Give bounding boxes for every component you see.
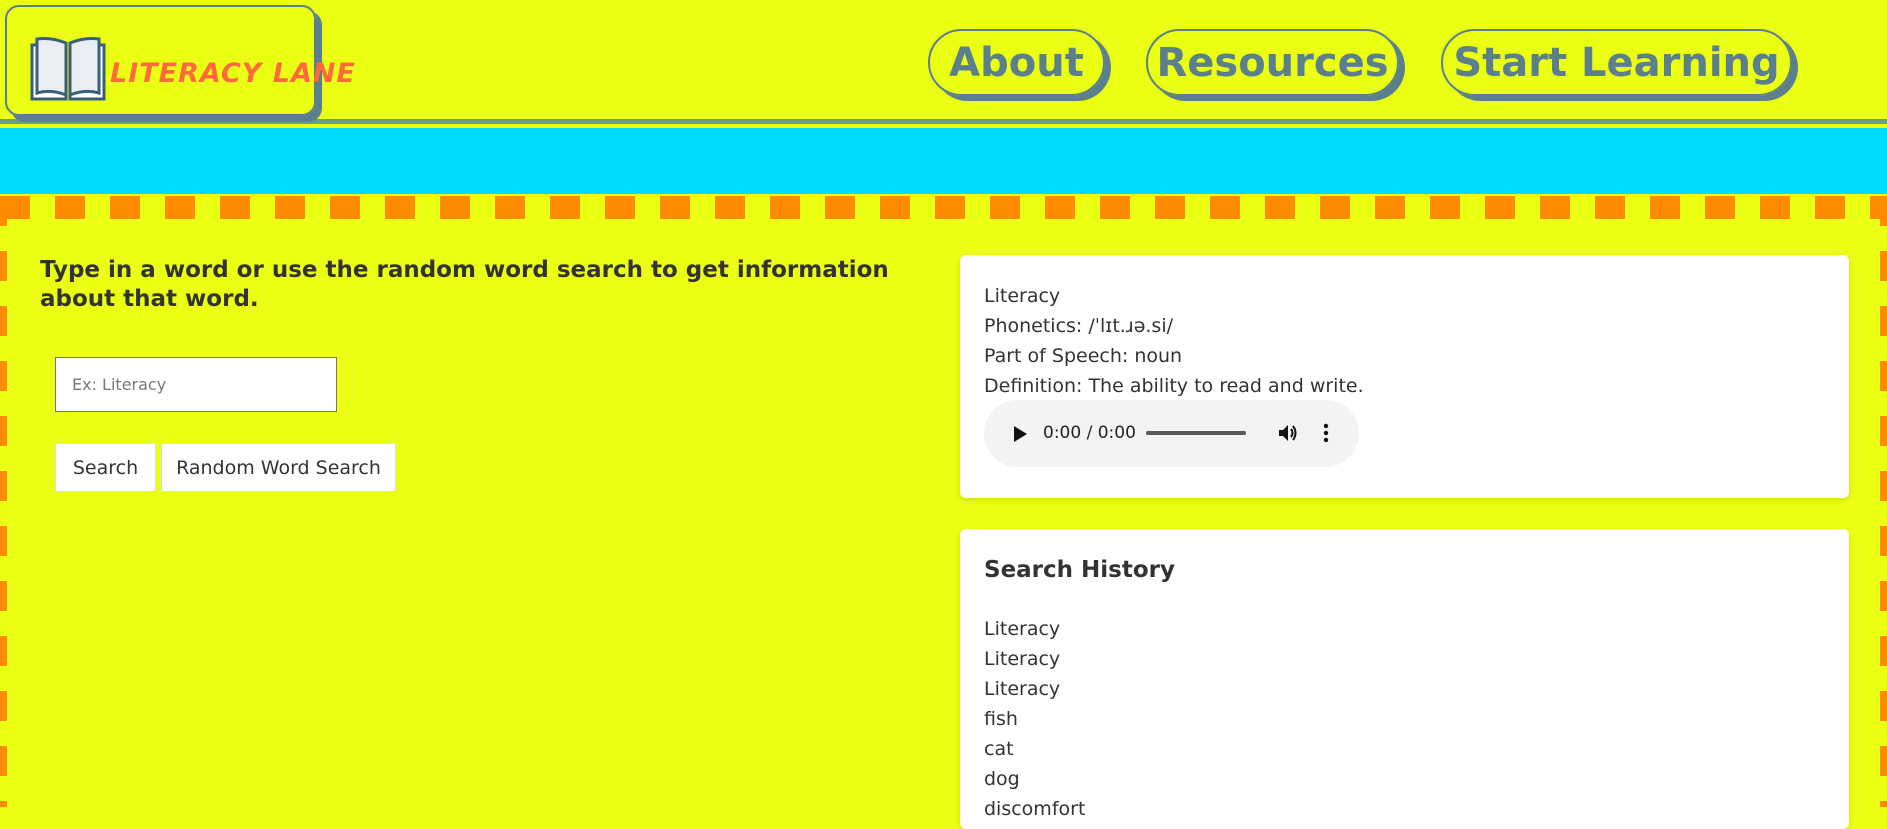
result-word: Literacy (984, 285, 1061, 307)
result-definition: Definition: The ability to read and writ… (984, 375, 1364, 397)
random-word-search-button[interactable]: Random Word Search (161, 443, 396, 492)
history-item[interactable]: Literacy (984, 614, 1085, 644)
history-item[interactable]: discomfort (984, 794, 1085, 824)
history-item[interactable]: fish (984, 704, 1085, 734)
pronunciation-audio-player[interactable]: 0:00 / 0:00 (984, 400, 1359, 467)
logo[interactable]: LITERACY LANE (5, 5, 355, 116)
logo-text: LITERACY LANE (110, 58, 356, 89)
word-search-input[interactable] (55, 357, 337, 412)
result-part-of-speech: Part of Speech: noun (984, 345, 1183, 367)
banner (0, 128, 1887, 194)
word-result-card: Literacy Phonetics: /ˈlɪt.ɹə.si/ Part of… (960, 255, 1849, 498)
site-header: LITERACY LANE About Resources Start Lear… (0, 0, 1887, 124)
play-icon[interactable] (1008, 423, 1030, 445)
search-history-list: Literacy Literacy Literacy fish cat dog … (984, 614, 1085, 824)
volume-icon[interactable] (1276, 421, 1300, 445)
history-item[interactable]: Literacy (984, 644, 1085, 674)
nav-start-learning-button[interactable]: Start Learning (1441, 29, 1792, 96)
result-phonetics: Phonetics: /ˈlɪt.ɹə.si/ (984, 315, 1173, 337)
nav-resources-button[interactable]: Resources (1146, 29, 1399, 96)
search-history-card: Search History Literacy Literacy Literac… (960, 529, 1849, 829)
more-vertical-icon[interactable] (1319, 421, 1333, 445)
history-item[interactable]: cat (984, 734, 1085, 764)
history-item[interactable]: dog (984, 764, 1085, 794)
search-instructions: Type in a word or use the random word se… (40, 257, 889, 312)
nav-start-learning-label: Start Learning (1453, 39, 1780, 86)
nav-about-button[interactable]: About (928, 29, 1105, 96)
search-history-title: Search History (984, 557, 1175, 583)
dashed-border-left (0, 196, 7, 807)
audio-time: 0:00 / 0:00 (1043, 423, 1136, 443)
open-book-icon (30, 37, 106, 101)
dashed-border-top (0, 196, 1887, 219)
search-button[interactable]: Search (55, 443, 156, 492)
dashed-border-right (1880, 196, 1887, 807)
history-item[interactable]: Literacy (984, 674, 1085, 704)
audio-seek-bar[interactable] (1146, 431, 1246, 435)
word-result-details: Literacy Phonetics: /ˈlɪt.ɹə.si/ Part of… (984, 281, 1364, 401)
